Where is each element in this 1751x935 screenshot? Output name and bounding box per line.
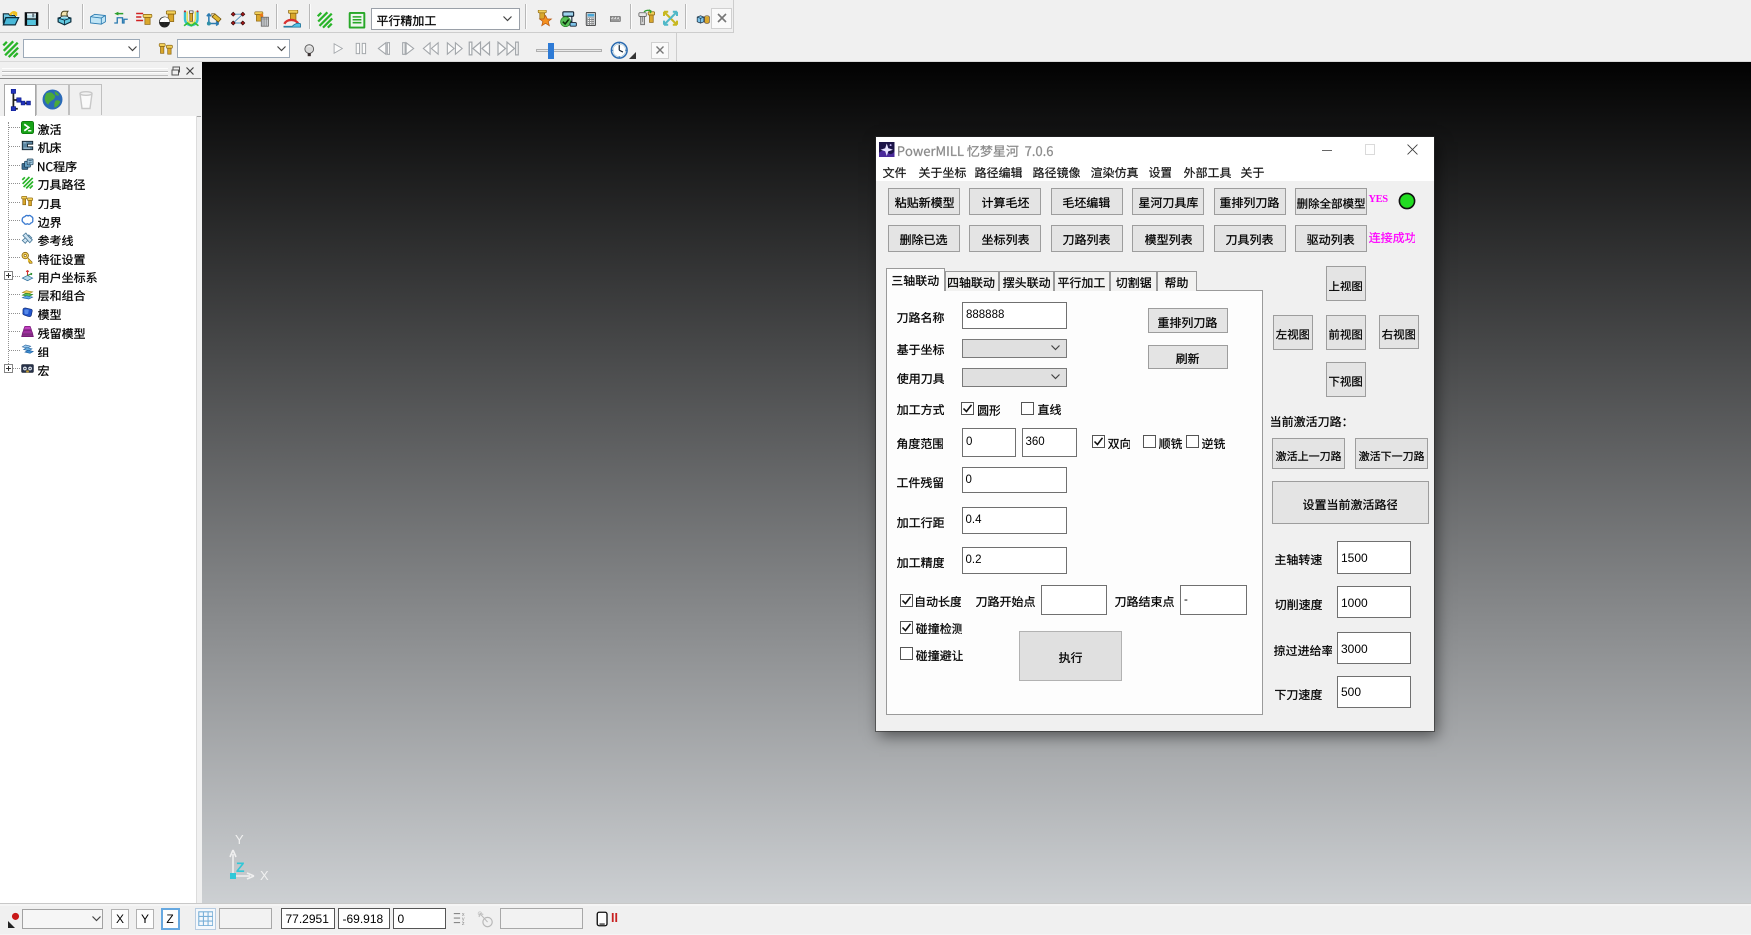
svg-text:Z: Z <box>236 859 245 875</box>
svg-text:Y: Y <box>235 832 244 847</box>
svg-text:z: z <box>461 920 464 926</box>
svg-text:X: X <box>260 868 269 883</box>
